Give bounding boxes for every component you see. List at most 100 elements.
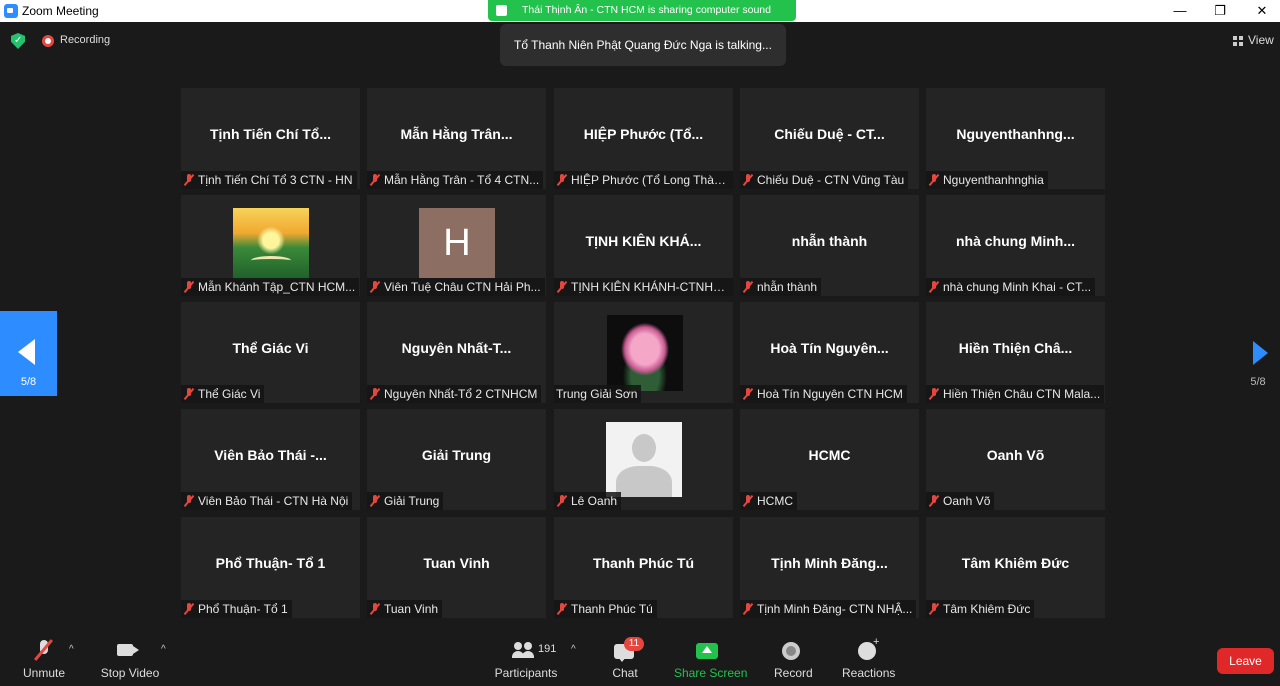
participant-tile[interactable]: Phổ Thuận- Tổ 1 Phổ Thuận- Tổ 1 [181,517,360,618]
chat-label: Chat [612,666,638,680]
participant-name: Oanh Võ [943,494,991,508]
participant-tile[interactable]: HCMC HCMC [740,409,919,510]
participant-tile[interactable]: Thanh Phúc Tú Thanh Phúc Tú [554,517,733,618]
video-options-chevron[interactable]: ^ [161,644,166,655]
participant-tile[interactable]: Tịnh Tiến Chí Tổ... Tịnh Tiến Chí Tổ 3 CT… [181,88,360,189]
participant-name-tag: HCMC [740,492,797,510]
participant-tile[interactable]: Chiếu Duệ - CT... Chiếu Duệ - CTN Vũng Tà… [740,88,919,189]
participants-label: Participants [494,666,558,680]
participant-tile[interactable]: HIỆP Phước (Tổ... HIỆP Phước (Tổ Long Thà… [554,88,733,189]
share-screen-button[interactable]: Share Screen [674,632,748,686]
participant-tile[interactable]: Trung Giải Sơn [554,302,733,403]
participants-count: 191 [538,643,557,655]
participant-tile[interactable]: Viên Bảo Thái -... Viên Bảo Thái - CTN Hà… [181,409,360,510]
recording-icon [42,35,54,47]
participant-tile[interactable]: Nguyên Nhất-T... Nguyên Nhất-Tổ 2 CTNHCM [367,302,546,403]
participant-display-name: Hiền Thiện Châ... [958,340,1073,356]
profile-picture [233,208,309,280]
participant-tile[interactable]: TỊNH KIÊN KHÁ... TỊNH KIÊN KHÁNH-CTNHC... [554,195,733,296]
meeting-toolbar: Unmute ^ Stop Video ^ 191 Participants ^… [0,632,1280,686]
participant-tile[interactable]: Tâm Khiêm Đức Tâm Khiêm Đức [926,517,1105,618]
participant-gallery: Tịnh Tiến Chí Tổ... Tịnh Tiến Chí Tổ 3 CT… [181,88,1107,620]
smiley-icon [858,636,879,660]
speaker-icon [496,5,507,16]
mic-muted-icon [369,495,381,507]
participant-name-tag: Hiền Thiện Châu CTN Mala... [926,385,1105,403]
participant-name-tag: Thanh Phúc Tú [554,600,657,618]
shield-check-icon: ✓ [14,35,23,46]
gallery-view-icon [1233,36,1243,46]
mic-muted-icon [928,388,940,400]
participant-tile[interactable]: Tịnh Minh Đăng... Tịnh Minh Đăng- CTN NHẬ… [740,517,919,618]
participant-tile[interactable]: Lê Oanh [554,409,733,510]
participant-tile[interactable]: Nguyenthanhng... Nguyenthanhnghia [926,88,1105,189]
participant-name: Thanh Phúc Tú [571,602,653,616]
participant-name: nhà chung Minh Khai - CT... [943,280,1092,294]
participant-name-tag: Tịnh Minh Đăng- CTN NHẬ... [740,600,917,618]
participant-name: HIỆP Phước (Tổ Long Thàn... [571,173,731,187]
participant-tile[interactable]: Mẫn Hằng Trân... Mẫn Hằng Trân - Tổ 4 CTN… [367,88,546,189]
sharing-sound-banner[interactable]: Thái Thịnh Ân - CTN HCM is sharing compu… [488,0,796,21]
participant-tile[interactable]: nhà chung Minh... nhà chung Minh Khai - C… [926,195,1105,296]
mic-muted-icon [556,495,568,507]
record-button[interactable]: Record [774,632,813,686]
previous-page-button[interactable]: 5/8 [0,311,57,396]
participant-display-name: HCMC [808,447,851,463]
participant-display-name: Chiếu Duệ - CT... [774,126,885,142]
share-screen-label: Share Screen [674,666,748,680]
participant-tile[interactable]: Giải Trung Giải Trung [367,409,546,510]
mic-muted-icon [928,495,940,507]
participant-name: Trung Giải Sơn [556,387,638,401]
audio-options-chevron[interactable]: ^ [69,644,74,655]
participant-name-tag: Giải Trung [367,492,444,510]
unmute-button[interactable]: Unmute [22,632,66,686]
participant-name: Hoà Tín Nguyên CTN HCM [757,387,903,401]
participant-name: Mẫn Hằng Trân - Tổ 4 CTN... [384,173,540,187]
participant-name-tag: Mẫn Hằng Trân - Tổ 4 CTN... [367,171,544,189]
profile-picture [607,315,683,391]
microphone-muted-icon [34,640,54,662]
participant-tile[interactable]: Mẫn Khánh Tập_CTN HCM... [181,195,360,296]
participant-tile[interactable]: nhẫn thành nhẫn thành [740,195,919,296]
mic-muted-icon [183,495,195,507]
view-button[interactable]: View [1248,33,1274,47]
participants-button[interactable]: 191 Participants [494,632,558,686]
participant-tile[interactable]: Oanh Võ Oanh Võ [926,409,1105,510]
stop-video-button[interactable]: Stop Video [100,632,160,686]
participants-options-chevron[interactable]: ^ [571,644,576,655]
mic-muted-icon [928,281,940,293]
participant-name: Viên Bảo Thái - CTN Hà Nội [198,494,349,508]
reactions-button[interactable]: Reactions [842,632,895,686]
chat-unread-badge: 11 [624,637,644,651]
participant-name-tag: Lê Oanh [554,492,622,510]
chat-button[interactable]: 11 Chat [605,632,645,686]
recording-label: Recording [60,34,111,46]
participant-name: Tịnh Minh Đăng- CTN NHẬ... [757,602,913,616]
participant-display-name: TỊNH KIÊN KHÁ... [585,233,702,249]
participant-tile[interactable]: Hoà Tín Nguyên... Hoà Tín Nguyên CTN HCM [740,302,919,403]
participant-display-name: nhà chung Minh... [956,233,1075,249]
leave-button[interactable]: Leave [1217,648,1274,674]
close-button[interactable]: ✕ [1247,2,1277,20]
participant-name-tag: Phổ Thuận- Tổ 1 [181,600,292,618]
restore-button[interactable]: ❐ [1205,2,1235,20]
arrow-left-icon [18,339,35,365]
mic-muted-icon [742,495,754,507]
mic-muted-icon [369,388,381,400]
mic-muted-icon [556,281,568,293]
participant-display-name: Tâm Khiêm Đức [961,555,1070,571]
participant-tile[interactable]: Hiền Thiện Châ... Hiền Thiện Châu CTN Mal… [926,302,1105,403]
participant-name: Lê Oanh [571,494,618,508]
next-page-button[interactable]: 5/8 [1236,330,1280,392]
participant-name: HCMC [757,494,793,508]
participant-display-name: Nguyenthanhng... [956,126,1075,142]
mic-muted-icon [369,281,381,293]
minimize-button[interactable]: — [1165,2,1195,20]
participant-tile[interactable]: H Viên Tuệ Châu CTN Hải Ph... [367,195,546,296]
participant-tile[interactable]: Thể Giác Vi Thể Giác Vi [181,302,360,403]
mic-muted-icon [742,281,754,293]
participant-tile[interactable]: Tuan Vinh Tuan Vinh [367,517,546,618]
share-screen-icon [696,643,718,659]
mic-muted-icon [742,388,754,400]
participant-name: Giải Trung [384,494,440,508]
